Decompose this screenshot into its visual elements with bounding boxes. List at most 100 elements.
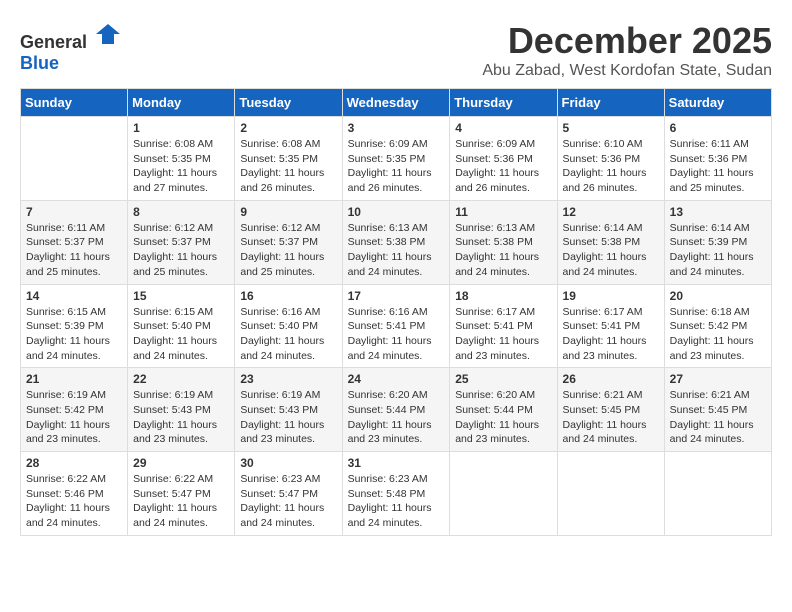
daylight-text: Daylight: 11 hours and 24 minutes. (240, 335, 324, 362)
sunrise-text: Sunrise: 6:13 AM (348, 222, 428, 234)
sunrise-text: Sunrise: 6:23 AM (348, 473, 428, 485)
day-number: 7 (26, 205, 122, 219)
header-day: Monday (128, 89, 235, 117)
calendar-cell (21, 117, 128, 201)
daylight-text: Daylight: 11 hours and 23 minutes. (670, 335, 754, 362)
calendar-cell: 2 Sunrise: 6:08 AM Sunset: 5:35 PM Dayli… (235, 117, 342, 201)
daylight-text: Daylight: 11 hours and 24 minutes. (348, 251, 432, 278)
sunrise-text: Sunrise: 6:19 AM (26, 389, 106, 401)
calendar-cell: 6 Sunrise: 6:11 AM Sunset: 5:36 PM Dayli… (664, 117, 771, 201)
daylight-text: Daylight: 11 hours and 24 minutes. (670, 251, 754, 278)
calendar-cell: 21 Sunrise: 6:19 AM Sunset: 5:42 PM Dayl… (21, 368, 128, 452)
calendar-cell (664, 452, 771, 536)
calendar-cell: 11 Sunrise: 6:13 AM Sunset: 5:38 PM Dayl… (450, 200, 557, 284)
sunset-text: Sunset: 5:44 PM (348, 404, 426, 416)
calendar-cell: 31 Sunrise: 6:23 AM Sunset: 5:48 PM Dayl… (342, 452, 450, 536)
header-day: Sunday (21, 89, 128, 117)
cell-content: Sunrise: 6:19 AM Sunset: 5:43 PM Dayligh… (240, 388, 336, 447)
calendar-cell: 12 Sunrise: 6:14 AM Sunset: 5:38 PM Dayl… (557, 200, 664, 284)
cell-content: Sunrise: 6:08 AM Sunset: 5:35 PM Dayligh… (133, 137, 229, 196)
day-number: 17 (348, 289, 445, 303)
calendar-row: 7 Sunrise: 6:11 AM Sunset: 5:37 PM Dayli… (21, 200, 772, 284)
daylight-text: Daylight: 11 hours and 24 minutes. (133, 502, 217, 529)
header: General Blue December 2025 Abu Zabad, We… (20, 20, 772, 80)
day-number: 31 (348, 456, 445, 470)
sunrise-text: Sunrise: 6:12 AM (133, 222, 213, 234)
day-number: 12 (563, 205, 659, 219)
sunset-text: Sunset: 5:35 PM (348, 153, 426, 165)
sunrise-text: Sunrise: 6:10 AM (563, 138, 643, 150)
sunset-text: Sunset: 5:40 PM (133, 320, 211, 332)
cell-content: Sunrise: 6:12 AM Sunset: 5:37 PM Dayligh… (240, 221, 336, 280)
day-number: 3 (348, 121, 445, 135)
daylight-text: Daylight: 11 hours and 26 minutes. (240, 167, 324, 194)
sunrise-text: Sunrise: 6:21 AM (563, 389, 643, 401)
calendar-row: 28 Sunrise: 6:22 AM Sunset: 5:46 PM Dayl… (21, 452, 772, 536)
cell-content: Sunrise: 6:20 AM Sunset: 5:44 PM Dayligh… (455, 388, 551, 447)
header-day: Thursday (450, 89, 557, 117)
calendar-cell: 16 Sunrise: 6:16 AM Sunset: 5:40 PM Dayl… (235, 284, 342, 368)
calendar-cell: 3 Sunrise: 6:09 AM Sunset: 5:35 PM Dayli… (342, 117, 450, 201)
calendar-cell: 25 Sunrise: 6:20 AM Sunset: 5:44 PM Dayl… (450, 368, 557, 452)
day-number: 25 (455, 372, 551, 386)
daylight-text: Daylight: 11 hours and 26 minutes. (563, 167, 647, 194)
calendar-cell: 5 Sunrise: 6:10 AM Sunset: 5:36 PM Dayli… (557, 117, 664, 201)
daylight-text: Daylight: 11 hours and 23 minutes. (26, 419, 110, 446)
calendar-cell: 19 Sunrise: 6:17 AM Sunset: 5:41 PM Dayl… (557, 284, 664, 368)
calendar-cell: 30 Sunrise: 6:23 AM Sunset: 5:47 PM Dayl… (235, 452, 342, 536)
sunrise-text: Sunrise: 6:11 AM (26, 222, 105, 234)
day-number: 8 (133, 205, 229, 219)
day-number: 15 (133, 289, 229, 303)
cell-content: Sunrise: 6:16 AM Sunset: 5:40 PM Dayligh… (240, 305, 336, 364)
daylight-text: Daylight: 11 hours and 25 minutes. (26, 251, 110, 278)
day-number: 10 (348, 205, 445, 219)
sunrise-text: Sunrise: 6:18 AM (670, 306, 750, 318)
calendar-cell: 1 Sunrise: 6:08 AM Sunset: 5:35 PM Dayli… (128, 117, 235, 201)
sunset-text: Sunset: 5:38 PM (348, 236, 426, 248)
cell-content: Sunrise: 6:09 AM Sunset: 5:36 PM Dayligh… (455, 137, 551, 196)
day-number: 24 (348, 372, 445, 386)
sunset-text: Sunset: 5:37 PM (133, 236, 211, 248)
daylight-text: Daylight: 11 hours and 24 minutes. (670, 419, 754, 446)
cell-content: Sunrise: 6:20 AM Sunset: 5:44 PM Dayligh… (348, 388, 445, 447)
main-title: December 2025 (482, 20, 772, 62)
day-number: 23 (240, 372, 336, 386)
sunset-text: Sunset: 5:48 PM (348, 488, 426, 500)
calendar-cell: 26 Sunrise: 6:21 AM Sunset: 5:45 PM Dayl… (557, 368, 664, 452)
page-container: General Blue December 2025 Abu Zabad, We… (20, 20, 772, 536)
logo-blue: Blue (20, 53, 59, 73)
sunrise-text: Sunrise: 6:22 AM (26, 473, 106, 485)
sunrise-text: Sunrise: 6:08 AM (133, 138, 213, 150)
calendar-cell (450, 452, 557, 536)
daylight-text: Daylight: 11 hours and 24 minutes. (26, 502, 110, 529)
sunrise-text: Sunrise: 6:14 AM (670, 222, 750, 234)
day-number: 1 (133, 121, 229, 135)
header-day: Saturday (664, 89, 771, 117)
calendar-cell: 17 Sunrise: 6:16 AM Sunset: 5:41 PM Dayl… (342, 284, 450, 368)
daylight-text: Daylight: 11 hours and 24 minutes. (133, 335, 217, 362)
sunrise-text: Sunrise: 6:12 AM (240, 222, 320, 234)
sunrise-text: Sunrise: 6:20 AM (348, 389, 428, 401)
day-number: 22 (133, 372, 229, 386)
sunset-text: Sunset: 5:39 PM (670, 236, 748, 248)
daylight-text: Daylight: 11 hours and 23 minutes. (563, 335, 647, 362)
daylight-text: Daylight: 11 hours and 24 minutes. (563, 251, 647, 278)
sunrise-text: Sunrise: 6:14 AM (563, 222, 643, 234)
sunset-text: Sunset: 5:42 PM (26, 404, 104, 416)
day-number: 21 (26, 372, 122, 386)
cell-content: Sunrise: 6:19 AM Sunset: 5:42 PM Dayligh… (26, 388, 122, 447)
cell-content: Sunrise: 6:12 AM Sunset: 5:37 PM Dayligh… (133, 221, 229, 280)
cell-content: Sunrise: 6:23 AM Sunset: 5:47 PM Dayligh… (240, 472, 336, 531)
daylight-text: Daylight: 11 hours and 23 minutes. (455, 419, 539, 446)
sunset-text: Sunset: 5:41 PM (455, 320, 533, 332)
sunrise-text: Sunrise: 6:09 AM (455, 138, 535, 150)
sunset-text: Sunset: 5:44 PM (455, 404, 533, 416)
sunset-text: Sunset: 5:40 PM (240, 320, 318, 332)
calendar-row: 14 Sunrise: 6:15 AM Sunset: 5:39 PM Dayl… (21, 284, 772, 368)
calendar-cell: 24 Sunrise: 6:20 AM Sunset: 5:44 PM Dayl… (342, 368, 450, 452)
daylight-text: Daylight: 11 hours and 23 minutes. (133, 419, 217, 446)
sunrise-text: Sunrise: 6:19 AM (133, 389, 213, 401)
sunrise-text: Sunrise: 6:15 AM (26, 306, 106, 318)
daylight-text: Daylight: 11 hours and 24 minutes. (26, 335, 110, 362)
logo: General Blue (20, 20, 122, 74)
